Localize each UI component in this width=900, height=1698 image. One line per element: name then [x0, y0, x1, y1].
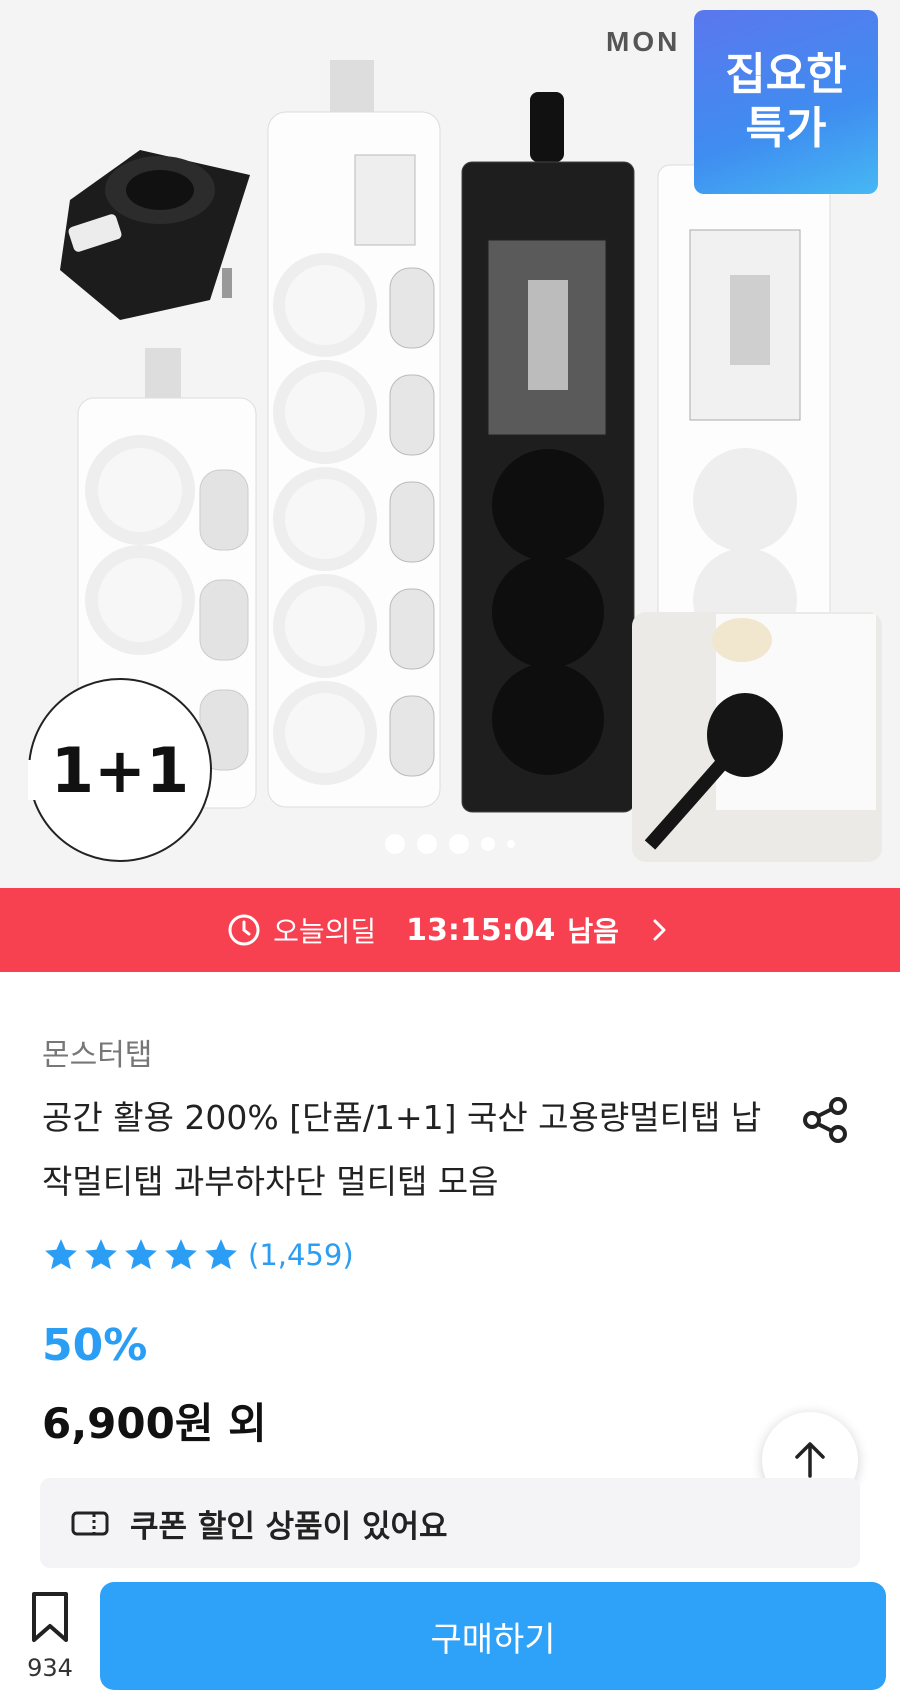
carousel-dot[interactable]	[449, 834, 469, 854]
deal-label: 오늘의딜	[273, 915, 377, 948]
star-icon	[165, 1239, 197, 1270]
todays-deal-banner[interactable]: 오늘의딜 13:15:04 남음	[0, 888, 900, 972]
rating-row[interactable]: (1,459)	[42, 1236, 354, 1274]
sale-badge-line-1: 집요한	[725, 49, 847, 100]
save-count: 934	[27, 1654, 73, 1682]
clock-icon	[228, 914, 260, 946]
plug-inset-image	[632, 612, 882, 862]
coupon-notice[interactable]: 쿠폰 할인 상품이 있어요	[40, 1478, 860, 1568]
carousel-dot[interactable]	[507, 840, 515, 848]
chevron-right-icon	[653, 919, 666, 941]
black-adapter-image	[60, 150, 250, 320]
coupon-text: 쿠폰 할인 상품이 있어요	[130, 1508, 448, 1545]
share-button[interactable]	[800, 1094, 852, 1146]
product-title: 공간 활용 200% [단품/1+1] 국산 고용량멀티탭 납작멀티탭 과부하차…	[42, 1098, 762, 1201]
white-strip-5-image	[267, 60, 441, 808]
carousel-dot[interactable]	[481, 837, 495, 851]
review-count: (1,459)	[248, 1238, 354, 1272]
discount-rate: 50%	[42, 1320, 148, 1371]
star-icon	[125, 1239, 157, 1270]
seller-name[interactable]: 몬스터탭	[42, 1030, 152, 1074]
carousel-indicator	[0, 834, 900, 854]
star-icon	[45, 1239, 77, 1270]
arrow-up-icon	[795, 1442, 825, 1478]
carousel-dot[interactable]	[417, 834, 437, 854]
black-strip-image	[461, 92, 635, 813]
deal-remaining-text: 남음	[567, 915, 619, 948]
star-icon	[85, 1239, 117, 1270]
price: 6,900원 외	[42, 1399, 267, 1448]
brand-logo-text: MON	[606, 26, 681, 57]
plus-badge-text: 1+1	[50, 733, 190, 807]
deal-countdown: 13:15:04	[406, 912, 556, 948]
special-sale-badge: 집요한 특가	[694, 10, 878, 194]
star-rating	[42, 1236, 240, 1274]
coupon-icon	[71, 1511, 109, 1536]
bottom-action-bar: 934 구매하기	[0, 1568, 900, 1698]
buy-button[interactable]: 구매하기	[100, 1582, 886, 1690]
sale-badge-line-2: 특가	[745, 103, 827, 154]
carousel-dot[interactable]	[385, 834, 405, 854]
star-icon	[205, 1239, 237, 1270]
share-icon	[803, 1097, 847, 1143]
bookmark-icon	[32, 1592, 68, 1642]
product-image-carousel[interactable]: MON 집요한 특가 1+1	[0, 0, 900, 888]
white-strip-breaker-image	[657, 164, 831, 652]
save-button[interactable]: 934	[14, 1590, 86, 1682]
